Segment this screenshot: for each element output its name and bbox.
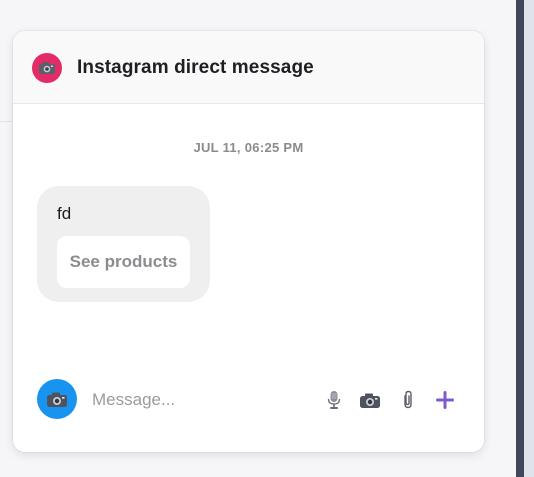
window-frame-edge — [524, 0, 534, 477]
camera-icon — [32, 53, 62, 83]
camera-icon[interactable] — [37, 379, 77, 419]
message-input[interactable] — [89, 387, 312, 413]
app-canvas: Instagram direct message JUL 11, 06:25 P… — [0, 0, 534, 477]
microphone-icon[interactable] — [323, 389, 345, 411]
chat-header: Instagram direct message — [13, 31, 484, 104]
chat-panel: Instagram direct message JUL 11, 06:25 P… — [13, 31, 484, 452]
message-bubble: fd See products — [37, 186, 210, 302]
paperclip-icon[interactable] — [397, 389, 419, 411]
chat-title: Instagram direct message — [77, 57, 314, 78]
see-products-button[interactable]: See products — [57, 236, 190, 288]
camera-icon[interactable] — [359, 389, 381, 411]
divider — [0, 121, 13, 122]
message-timestamp: JUL 11, 06:25 PM — [193, 140, 304, 155]
message-text: fd — [57, 204, 72, 223]
window-frame — [516, 0, 524, 477]
plus-icon[interactable] — [434, 389, 456, 411]
